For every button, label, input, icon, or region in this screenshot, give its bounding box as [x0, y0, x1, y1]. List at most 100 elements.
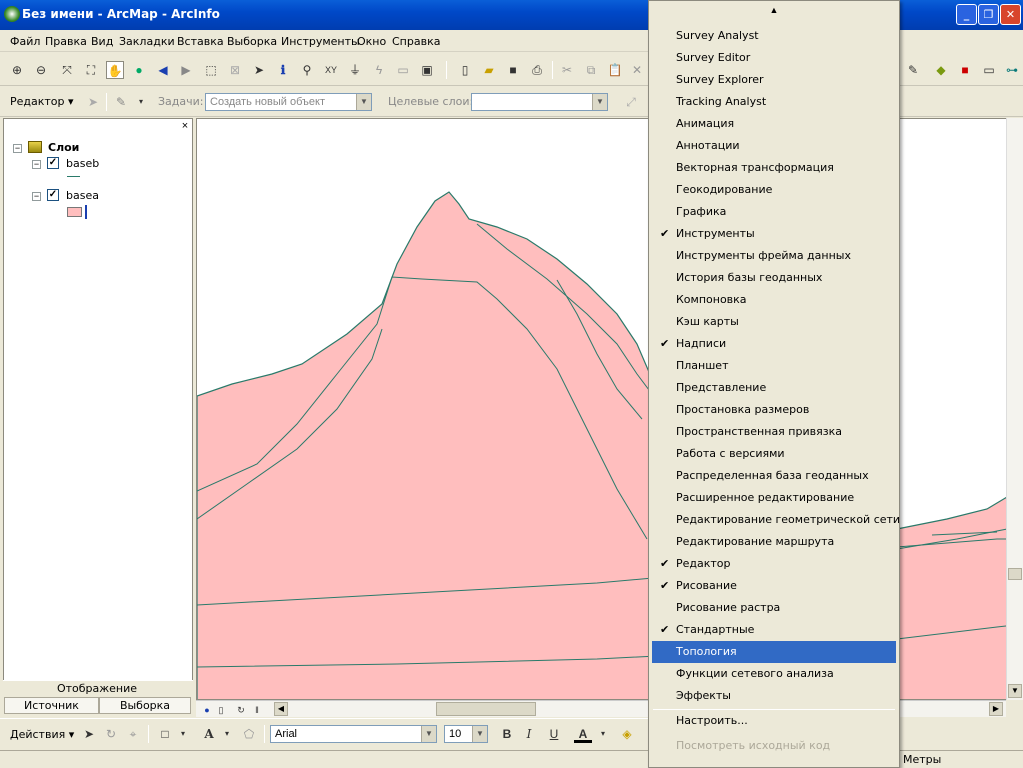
paste-icon[interactable]: 📋 [606, 61, 624, 79]
editor-toolbar-icon[interactable]: ✎ [904, 61, 922, 79]
text-dropdown-icon[interactable]: ▾ [218, 725, 236, 743]
zoom-out-icon[interactable]: ⊖ [32, 61, 50, 79]
delete-icon[interactable]: ✕ [628, 61, 646, 79]
menu-item[interactable]: Геокодирование [652, 179, 896, 201]
font-name-combobox[interactable]: Arial ▼ [270, 725, 437, 743]
fixed-zoom-out-icon[interactable]: ⛶ [82, 61, 100, 79]
arctoolbox-icon[interactable]: ■ [956, 61, 974, 79]
menu-item[interactable]: Функции сетевого анализа [652, 663, 896, 685]
collapse-basea-icon[interactable]: − [32, 192, 41, 201]
text-tool-icon[interactable]: A [200, 725, 218, 743]
menu-item[interactable]: ✔ Инструменты [652, 223, 896, 245]
menu-help[interactable]: Справка [392, 35, 440, 48]
fixed-zoom-in-icon[interactable]: ⤧ [58, 61, 76, 79]
menu-item[interactable]: Расширенное редактирование [652, 487, 896, 509]
menu-item[interactable]: ✔ Редактор [652, 553, 896, 575]
zoom-whole-page-icon[interactable]: ⌖ [124, 725, 142, 743]
command-line-icon[interactable]: ▭ [980, 61, 998, 79]
clear-selection-icon[interactable]: ⊠ [226, 61, 244, 79]
full-extent-globe-icon[interactable]: ● [130, 61, 148, 79]
menu-view[interactable]: Вид [91, 35, 113, 48]
edit-tool-arrow-icon[interactable]: ➤ [84, 93, 102, 111]
menu-insert[interactable]: Вставка [177, 35, 224, 48]
menu-item[interactable]: Векторная трансформация [652, 157, 896, 179]
target-layer-combobox[interactable]: ▼ [471, 93, 608, 111]
underline-button[interactable]: U [545, 725, 563, 743]
save-icon[interactable]: ■ [504, 61, 522, 79]
scroll-thumb[interactable] [436, 702, 536, 716]
menu-item[interactable]: Распределенная база геоданных [652, 465, 896, 487]
menu-item[interactable]: Топология [652, 641, 896, 663]
menu-item[interactable]: ✔ Надписи [652, 333, 896, 355]
menu-item[interactable]: Анимация [652, 113, 896, 135]
menu-item[interactable]: Представление [652, 377, 896, 399]
create-viewer-icon[interactable]: ▣ [418, 61, 436, 79]
hyperlink-icon[interactable]: ϟ [370, 61, 388, 79]
polygon-symbol-swatch[interactable] [67, 207, 82, 217]
identify-icon[interactable]: ℹ [274, 61, 292, 79]
menu-item[interactable]: ✔ Стандартные [652, 619, 896, 641]
select-elements-icon[interactable]: ➤ [80, 725, 98, 743]
editor-menu-button[interactable]: Редактор ▾ [10, 95, 74, 108]
measure-icon[interactable]: ⏚ [346, 61, 364, 79]
menu-item[interactable]: Редактирование геометрической сети [652, 509, 900, 531]
menu-item[interactable]: Рисование растра [652, 597, 896, 619]
layer-baseb-label[interactable]: baseb [66, 157, 99, 170]
menu-item[interactable]: Эффекты [652, 685, 896, 707]
menu-selection[interactable]: Выборка [227, 35, 277, 48]
new-document-icon[interactable]: ▯ [456, 61, 474, 79]
html-popup-icon[interactable]: ▭ [394, 61, 412, 79]
menu-item[interactable]: Планшет [652, 355, 896, 377]
font-color-icon[interactable]: A [574, 725, 592, 743]
layers-root-label[interactable]: Слои [48, 141, 79, 154]
baseb-visibility-checkbox[interactable]: ✓ [47, 157, 59, 169]
layout-view-icon[interactable]: ▯ [212, 701, 230, 719]
collapse-baseb-icon[interactable]: − [32, 160, 41, 169]
menu-item[interactable]: Аннотации [652, 135, 896, 157]
rectangle-dropdown-icon[interactable]: ▾ [174, 725, 192, 743]
display-tab[interactable]: Отображение [3, 681, 191, 697]
split-tool-icon[interactable]: ⤢ [622, 93, 640, 111]
close-button[interactable]: ✕ [1000, 4, 1021, 25]
scroll-thumb[interactable] [1008, 568, 1022, 580]
rotate-icon[interactable]: ↻ [102, 725, 120, 743]
menu-item[interactable]: Редактирование маршрута [652, 531, 896, 553]
task-combobox[interactable]: Создать новый объект ▼ [205, 93, 372, 111]
menu-item[interactable]: Tracking Analyst [652, 91, 896, 113]
menu-item[interactable]: Простановка размеров [652, 399, 896, 421]
maximize-button[interactable]: ❐ [978, 4, 999, 25]
collapse-layers-icon[interactable]: − [13, 144, 22, 153]
menu-item[interactable]: История базы геоданных [652, 267, 896, 289]
menu-item[interactable]: Survey Editor [652, 47, 896, 69]
menu-item[interactable]: Кэш карты [652, 311, 896, 333]
select-elements-arrow-icon[interactable]: ➤ [250, 61, 268, 79]
back-arrow-icon[interactable]: ◀ [154, 61, 172, 79]
pan-hand-icon[interactable]: ✋ [106, 61, 124, 79]
actions-menu-button[interactable]: Действия ▾ [10, 728, 74, 741]
menu-item[interactable]: ✔ Рисование [652, 575, 896, 597]
menu-bookmarks[interactable]: Закладки [119, 35, 175, 48]
menu-item[interactable]: Работа с версиями [652, 443, 896, 465]
menu-item[interactable]: Survey Analyst [652, 25, 896, 47]
zoom-in-icon[interactable]: ⊕ [8, 61, 26, 79]
basea-visibility-checkbox[interactable]: ✓ [47, 189, 59, 201]
menu-item[interactable]: Компоновка [652, 289, 896, 311]
copy-icon[interactable]: ⧉ [582, 61, 600, 79]
italic-button[interactable]: I [520, 725, 538, 743]
sketch-pencil-icon[interactable]: ✎ [112, 93, 130, 111]
menu-tools[interactable]: Инструменты [281, 35, 360, 48]
scroll-left-arrow-icon[interactable]: ◀ [274, 702, 288, 716]
bold-button[interactable]: B [498, 725, 516, 743]
sketch-dropdown-icon[interactable]: ▾ [132, 93, 150, 111]
menu-file[interactable]: Файл [10, 35, 40, 48]
fill-color-icon[interactable]: ◈ [618, 725, 636, 743]
forward-arrow-icon[interactable]: ▶ [177, 61, 195, 79]
close-icon[interactable]: × [180, 121, 190, 132]
map-vertical-scrollbar[interactable]: ▼ [1006, 118, 1023, 700]
menu-item[interactable]: Графика [652, 201, 896, 223]
selection-tab[interactable]: Выборка [99, 697, 191, 714]
menu-window[interactable]: Окно [357, 35, 386, 48]
pause-drawing-icon[interactable]: ‖ [248, 701, 266, 719]
font-color-dropdown-icon[interactable]: ▾ [594, 725, 612, 743]
layer-basea-label[interactable]: basea [66, 189, 99, 202]
